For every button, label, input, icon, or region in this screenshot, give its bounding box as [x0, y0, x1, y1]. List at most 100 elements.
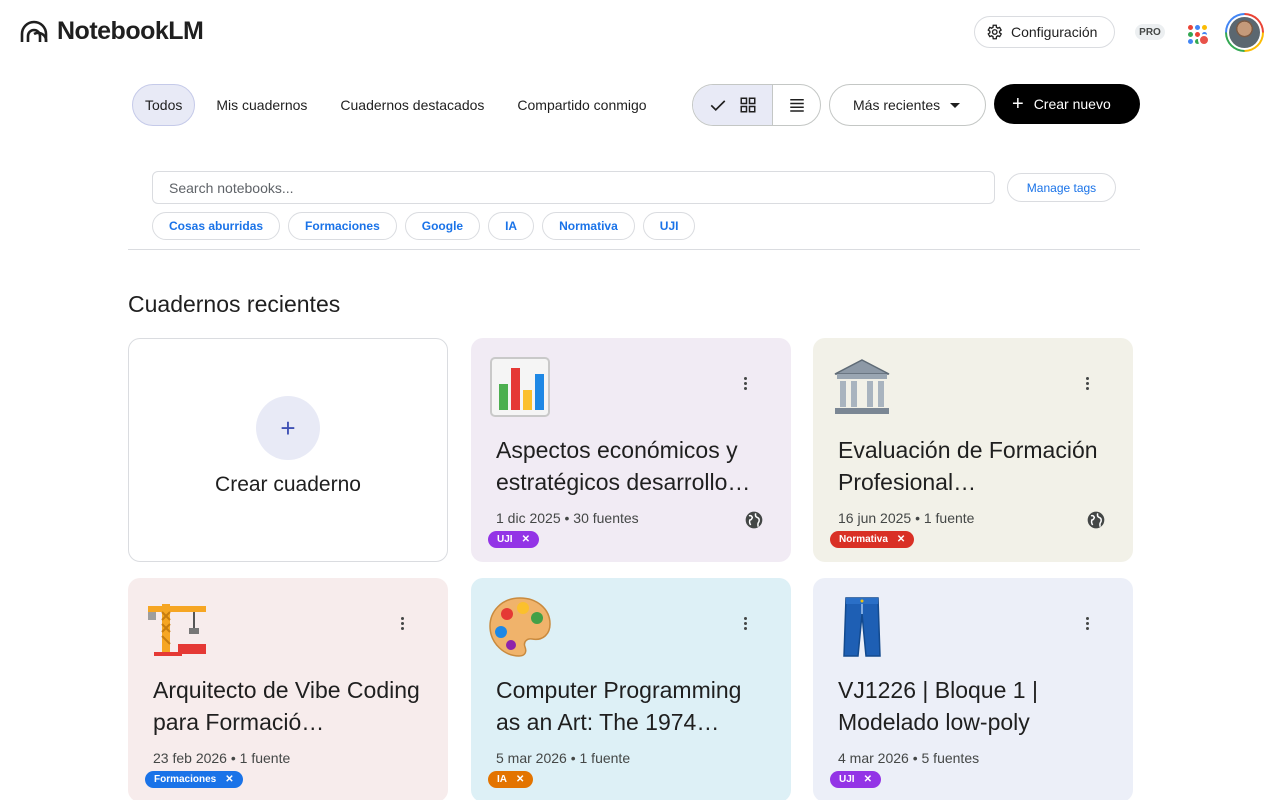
apps-grid-icon [1188, 25, 1193, 30]
notebook-meta: 16 jun 2025 • 1 fuente [838, 510, 975, 526]
tag-label: UJI [497, 534, 513, 545]
classical-building-icon [834, 359, 890, 414]
notebook-card[interactable]: VJ1226 | Bloque 1 | Modelado low-poly 4 … [813, 578, 1133, 800]
dot [400, 621, 404, 625]
settings-label: Configuración [1011, 24, 1098, 40]
notebooklm-logo-icon [20, 20, 48, 42]
list-icon [789, 99, 804, 112]
notebook-meta: 4 mar 2026 • 5 fuentes [838, 750, 980, 766]
create-new-button[interactable]: + Crear nuevo [994, 84, 1140, 124]
notebook-meta: 23 feb 2026 • 1 fuente [153, 750, 291, 766]
apps-grid-dot [1202, 25, 1207, 30]
tab-todos[interactable]: Todos [132, 84, 196, 126]
dot [1085, 386, 1089, 390]
apps-grid-dot [1188, 39, 1193, 44]
close-icon[interactable]: ✕ [225, 774, 233, 785]
apps-grid-dot [1188, 32, 1193, 37]
avatar-photo [1229, 17, 1260, 48]
app-title: NotebookLM [57, 17, 204, 45]
notebook-card[interactable]: Computer Programming as an Art: The 1974… [471, 578, 791, 800]
dot [1085, 616, 1089, 620]
avatar[interactable] [1225, 13, 1264, 52]
more-options-button[interactable] [737, 614, 753, 632]
check-icon [710, 100, 725, 112]
dot [1085, 626, 1089, 630]
notebook-tag[interactable]: Normativa ✕ [830, 531, 915, 548]
tag-chip-normativa[interactable]: Normativa [542, 212, 635, 240]
globe-icon [1087, 511, 1105, 529]
notebook-meta: 5 mar 2026 • 1 fuente [496, 750, 631, 766]
notebook-tag[interactable]: IA ✕ [488, 771, 534, 788]
tag-label: IA [497, 774, 507, 785]
dot [743, 386, 747, 390]
dot [743, 626, 747, 630]
more-options-button[interactable] [737, 374, 753, 392]
notebook-meta: 1 dic 2025 • 30 fuentes [496, 510, 639, 526]
notebook-title: Aspectos económicos y estratégicos desar… [496, 437, 751, 495]
apps-grid-dot [1195, 25, 1200, 30]
avatar-ring [1227, 15, 1262, 50]
create-notebook-label: Crear cuaderno [215, 473, 361, 496]
gear-icon [987, 24, 1003, 40]
caret-down-icon [950, 102, 961, 108]
tag-filter-row: Cosas aburridas Formaciones Google IA No… [152, 212, 703, 240]
notebook-title: Arquitecto de Vibe Coding para Formació… [153, 677, 420, 735]
artist-palette-icon [489, 597, 551, 657]
dot [743, 621, 747, 625]
create-notebook-card[interactable]: + Crear cuaderno [128, 338, 448, 562]
notebook-tag[interactable]: UJI ✕ [488, 531, 539, 548]
dot [743, 376, 747, 380]
section-title: Cuadernos recientes [128, 291, 341, 317]
plus-icon: + [1012, 93, 1024, 115]
close-icon[interactable]: ✕ [522, 534, 530, 545]
top-bar: NotebookLM Configuración PRO [0, 0, 1280, 64]
app-logo[interactable]: NotebookLM [20, 17, 204, 46]
tag-chip-uji[interactable]: UJI [642, 212, 696, 240]
search-input[interactable] [152, 171, 995, 204]
close-icon[interactable]: ✕ [516, 774, 524, 785]
dot [1085, 621, 1089, 625]
more-options-button[interactable] [1079, 374, 1095, 392]
dot [743, 616, 747, 620]
notebook-title: VJ1226 | Bloque 1 | Modelado low-poly [838, 677, 1038, 735]
bar-chart-icon [490, 357, 550, 417]
notebook-title: Evaluación de Formación Profesional… [838, 437, 1098, 495]
notification-dot [1198, 34, 1210, 46]
sort-dropdown[interactable]: Más recientes [829, 84, 986, 126]
tag-label: Formaciones [154, 774, 217, 785]
tab-mis-cuadernos[interactable]: Mis cuadernos [204, 84, 319, 126]
more-options-button[interactable] [394, 614, 410, 632]
close-icon[interactable]: ✕ [897, 534, 905, 545]
filter-tabs: Todos Mis cuadernos Cuadernos destacados… [132, 84, 668, 126]
jeans-icon [843, 597, 881, 657]
dot [1085, 376, 1089, 380]
view-toggle [692, 84, 821, 126]
sort-label: Más recientes [853, 97, 941, 113]
tag-chip-google[interactable]: Google [404, 212, 481, 240]
dot [400, 616, 404, 620]
notebook-card[interactable]: Evaluación de Formación Profesional… 16 … [813, 338, 1133, 562]
tag-label: Normativa [839, 534, 888, 545]
notebook-tag[interactable]: UJI ✕ [830, 771, 881, 788]
grid-view-button[interactable] [693, 85, 773, 125]
dot [400, 626, 404, 630]
tab-cuadernos-destacados[interactable]: Cuadernos destacados [328, 84, 496, 126]
tag-chip-ia[interactable]: IA [488, 212, 535, 240]
plus-icon: + [256, 396, 320, 460]
more-options-button[interactable] [1079, 614, 1095, 632]
manage-tags-button[interactable]: Manage tags [1007, 173, 1116, 202]
dot [1085, 381, 1089, 385]
tag-chip-cosas-aburridas[interactable]: Cosas aburridas [152, 212, 281, 240]
notebook-card[interactable]: Arquitecto de Vibe Coding para Formació…… [128, 578, 448, 800]
construction-crane-icon [148, 604, 206, 656]
notebook-title: Computer Programming as an Art: The 1974… [496, 677, 742, 735]
tag-label: UJI [839, 774, 855, 785]
close-icon[interactable]: ✕ [864, 774, 872, 785]
tab-compartido-conmigo[interactable]: Compartido conmigo [505, 84, 658, 126]
notebook-tag[interactable]: Formaciones ✕ [145, 771, 243, 788]
notebook-card[interactable]: Aspectos económicos y estratégicos desar… [471, 338, 791, 562]
grid-icon [740, 97, 755, 113]
settings-button[interactable]: Configuración [974, 16, 1115, 48]
tag-chip-formaciones[interactable]: Formaciones [288, 212, 397, 240]
list-view-button[interactable] [773, 85, 820, 125]
